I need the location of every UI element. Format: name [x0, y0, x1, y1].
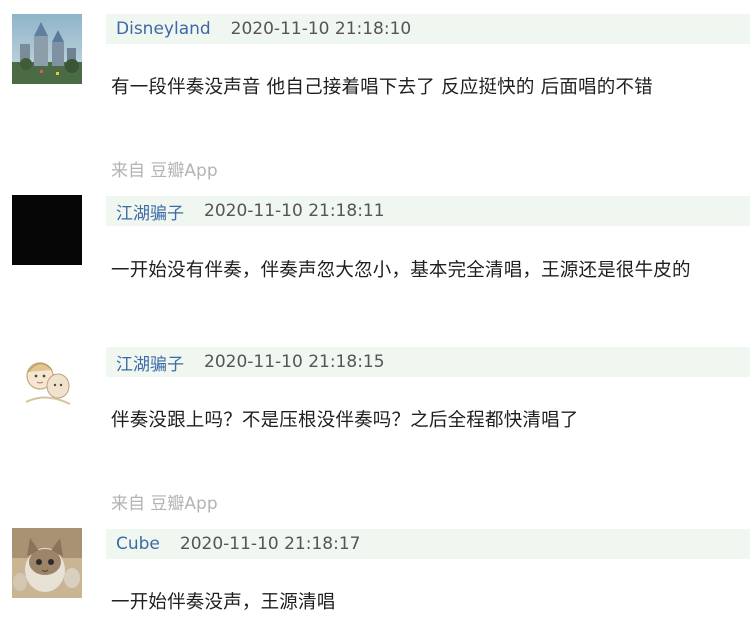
- cartoon-drawing-avatar: [12, 346, 82, 416]
- avatar[interactable]: [12, 14, 82, 84]
- avatar[interactable]: [12, 195, 82, 265]
- comment-meta-bar: Disneyland 2020-11-10 21:18:10: [106, 14, 750, 44]
- comment-text: 一开始没有伴奏，伴奏声忽大忽小，基本完全清唱，王源还是很牛皮的: [111, 260, 691, 281]
- source-label: 来自 豆瓣App: [111, 494, 218, 514]
- timestamp: 2020-11-10 21:18:15: [204, 352, 385, 372]
- comment-text: 有一段伴奏没声音 他自己接着唱下去了 反应挺快的 后面唱的不错: [111, 77, 653, 98]
- comment-meta-bar: 江湖骗子 2020-11-10 21:18:15: [106, 347, 750, 377]
- source-label: 来自 豆瓣App: [111, 161, 218, 181]
- timestamp: 2020-11-10 21:18:10: [230, 19, 412, 39]
- username-link[interactable]: 江湖骗子: [116, 199, 184, 224]
- avatar[interactable]: [12, 346, 82, 416]
- timestamp: 2020-11-10 21:18:11: [204, 201, 385, 221]
- timestamp: 2020-11-10 21:18:17: [179, 534, 361, 554]
- avatar[interactable]: [12, 528, 82, 598]
- black-square-avatar: [12, 195, 82, 265]
- username-link[interactable]: Disneyland: [116, 19, 211, 39]
- username-link[interactable]: Cube: [116, 534, 160, 554]
- comment-meta-bar: 江湖骗子 2020-11-10 21:18:11: [106, 196, 750, 226]
- comment-meta-bar: Cube 2020-11-10 21:18:17: [106, 529, 750, 559]
- comment-text: 伴奏没跟上吗？不是压根没伴奏吗？之后全程都快清唱了: [111, 410, 579, 431]
- username-link[interactable]: 江湖骗子: [116, 350, 184, 375]
- comment-text: 一开始伴奏没声，王源清唱: [111, 592, 336, 613]
- castle-photo-avatar: [12, 14, 82, 84]
- cat-photo-avatar: [12, 528, 82, 598]
